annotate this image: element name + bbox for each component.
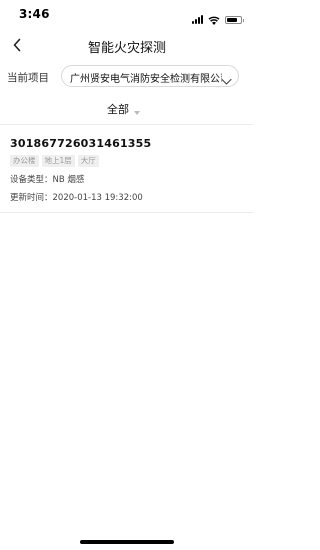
device-id: 301867726031461355: [10, 137, 152, 150]
tag-floor: 地上1层: [41, 155, 75, 167]
device-card[interactable]: 301867726031461355 办公楼 地上1层 大厅 设备类型：NB 烟…: [0, 127, 254, 213]
filter-label: 全部: [107, 103, 129, 116]
project-select-value: 广州贤安电气消防安全检测有限公司: [70, 74, 222, 85]
device-tags: 办公楼 地上1层 大厅: [10, 155, 99, 167]
signal-icon: [192, 15, 203, 24]
home-indicator: [80, 540, 174, 544]
wifi-icon: [208, 10, 220, 29]
battery-level: [227, 17, 238, 22]
chevron-down-icon: [221, 71, 232, 86]
screen: 3:46 智能火灾探测 当前项目 广州贤安电气消防安全检测有限公司 全部 301…: [0, 0, 254, 550]
project-select[interactable]: 广州贤安电气消防安全检测有限公司: [61, 65, 239, 87]
project-label: 当前项目: [7, 72, 49, 84]
status-bar: 3:46: [0, 0, 254, 30]
battery-icon: [225, 15, 244, 24]
status-time: 3:46: [19, 7, 50, 21]
update-time: 更新时间：2020-01-13 19:32:00: [10, 193, 143, 203]
device-type: 设备类型：NB 烟感: [10, 175, 85, 185]
status-icons: [192, 10, 244, 29]
tag-area: 大厅: [77, 155, 99, 167]
filter-dropdown[interactable]: 全部: [107, 100, 140, 118]
page-title: 智能火灾探测: [87, 41, 166, 56]
tag-building: 办公楼: [10, 155, 39, 167]
caret-down-icon: [134, 100, 140, 119]
nav-bar: 智能火灾探测: [0, 30, 254, 62]
project-row: 当前项目 广州贤安电气消防安全检测有限公司: [0, 62, 254, 92]
filter-row: 全部: [0, 96, 254, 125]
